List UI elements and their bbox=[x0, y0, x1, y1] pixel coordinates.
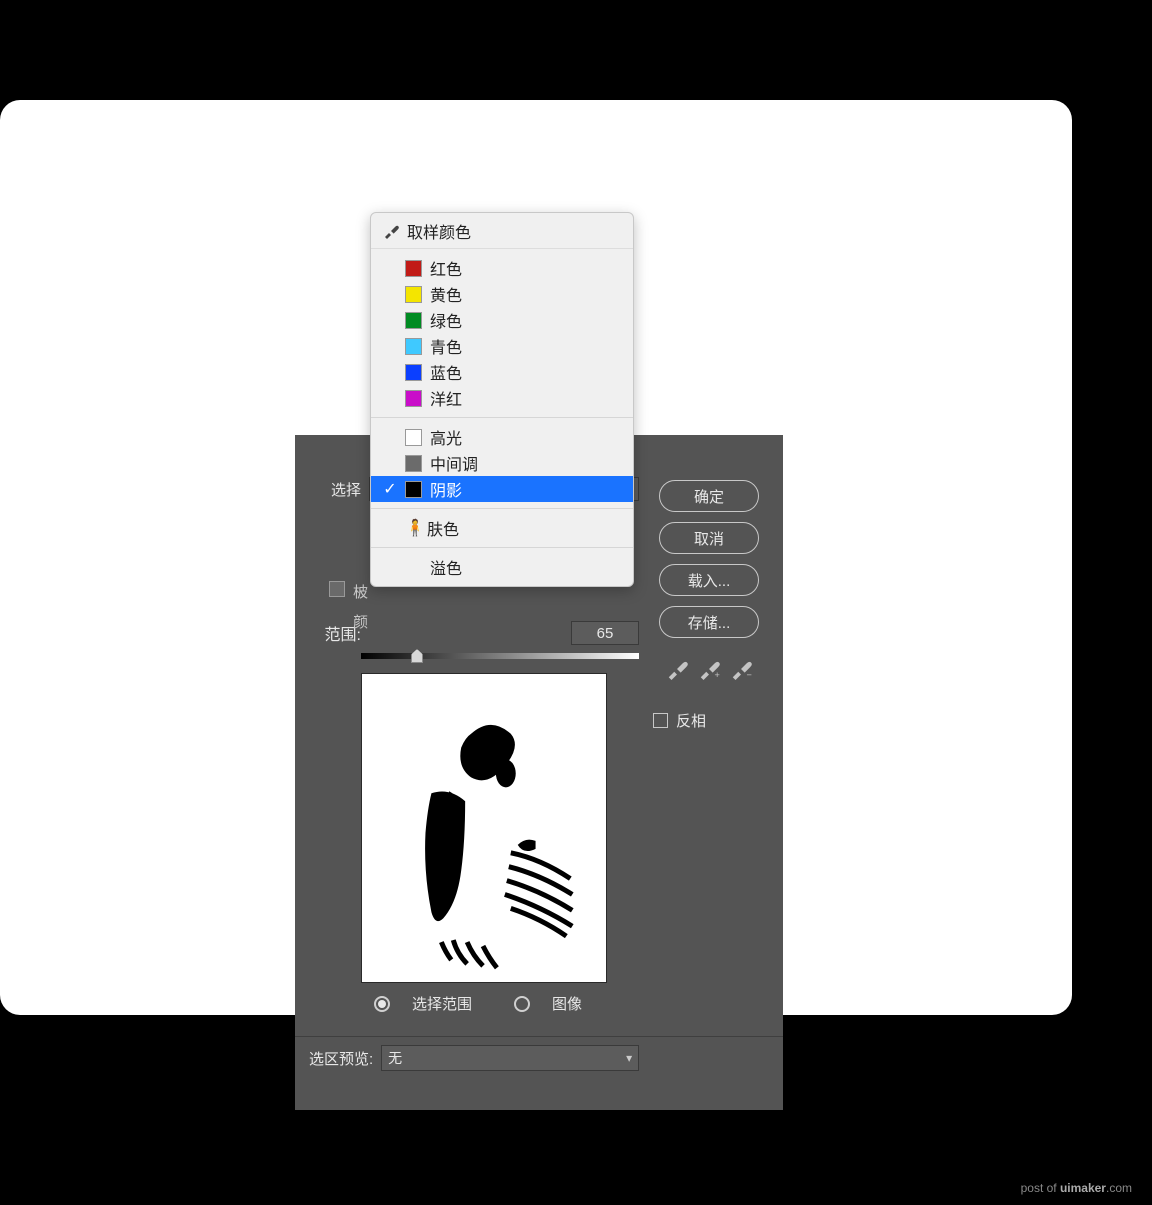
dropdown-item-tone[interactable]: 中间调 bbox=[371, 450, 633, 476]
dropdown-item-color[interactable]: 绿色 bbox=[371, 307, 633, 333]
preview-label: 选区预览: bbox=[309, 1048, 373, 1069]
watermark: post of uimaker.com bbox=[1021, 1181, 1132, 1195]
item-label: 青色 bbox=[430, 334, 462, 358]
item-label: 洋红 bbox=[430, 386, 462, 410]
item-label: 黄色 bbox=[430, 282, 462, 306]
range-input[interactable] bbox=[571, 621, 639, 645]
radio-image-label: 图像 bbox=[552, 993, 582, 1014]
svg-text:+: + bbox=[715, 670, 720, 680]
color-label: 颜 bbox=[353, 611, 368, 632]
localized-label: 柀 bbox=[353, 581, 368, 602]
item-label: 中间调 bbox=[430, 451, 478, 475]
slider-thumb[interactable] bbox=[411, 649, 423, 663]
item-label: 蓝色 bbox=[430, 360, 462, 384]
radio-image[interactable] bbox=[514, 996, 530, 1012]
tone-swatch bbox=[405, 429, 422, 446]
item-label: 红色 bbox=[430, 256, 462, 280]
check-icon: ✓ bbox=[383, 479, 397, 499]
item-label: 肤色 bbox=[427, 516, 459, 540]
dropdown-item-tone[interactable]: ✓ 阴影 bbox=[371, 476, 633, 502]
dropdown-header-label: 取样颜色 bbox=[407, 219, 471, 243]
preview-select[interactable]: 无 ▾ bbox=[381, 1045, 639, 1071]
ok-button[interactable]: 确定 bbox=[659, 480, 759, 512]
color-swatch bbox=[405, 338, 422, 355]
invert-checkbox[interactable] bbox=[653, 713, 668, 728]
range-slider[interactable] bbox=[361, 653, 639, 659]
person-icon: 🧍 bbox=[405, 518, 419, 538]
load-button[interactable]: 载入... bbox=[659, 564, 759, 596]
item-label: 高光 bbox=[430, 425, 462, 449]
dropdown-item-skin[interactable]: 🧍 肤色 bbox=[371, 515, 633, 541]
color-swatch bbox=[405, 312, 422, 329]
select-label: 选择 bbox=[309, 479, 361, 500]
chevron-down-icon: ▾ bbox=[626, 1051, 632, 1065]
save-button[interactable]: 存储... bbox=[659, 606, 759, 638]
color-swatch bbox=[405, 286, 422, 303]
selection-preview bbox=[361, 673, 607, 983]
color-swatch bbox=[405, 260, 422, 277]
eyedropper-icon[interactable] bbox=[666, 658, 688, 680]
select-color-dropdown: 取样颜色 红色黄色绿色青色蓝色洋红 高光中间调 ✓ 阴影 🧍 肤色 溢色 bbox=[370, 212, 634, 587]
dropdown-item-color[interactable]: 红色 bbox=[371, 255, 633, 281]
cancel-button[interactable]: 取消 bbox=[659, 522, 759, 554]
item-label: 绿色 bbox=[430, 308, 462, 332]
eyedropper-icon bbox=[383, 223, 399, 239]
right-pane: 确定 取消 载入... 存储... + − 反相 bbox=[649, 445, 769, 1026]
eyedropper-group: + − bbox=[666, 658, 752, 680]
svg-text:−: − bbox=[747, 670, 752, 680]
tone-swatch bbox=[405, 455, 422, 472]
color-swatch bbox=[405, 364, 422, 381]
dropdown-item-tone[interactable]: 高光 bbox=[371, 424, 633, 450]
dropdown-item-color[interactable]: 蓝色 bbox=[371, 359, 633, 385]
tone-swatch bbox=[405, 481, 422, 498]
dropdown-item-color[interactable]: 洋红 bbox=[371, 385, 633, 411]
color-swatch bbox=[405, 390, 422, 407]
localized-checkbox[interactable] bbox=[329, 581, 345, 597]
radio-selection-label: 选择范围 bbox=[412, 993, 472, 1014]
dropdown-item-color[interactable]: 青色 bbox=[371, 333, 633, 359]
invert-label: 反相 bbox=[676, 710, 706, 731]
eyedropper-subtract-icon[interactable]: − bbox=[730, 658, 752, 680]
dropdown-item-color[interactable]: 黄色 bbox=[371, 281, 633, 307]
page-container: 选择 柀 颜 范围: bbox=[0, 100, 1072, 1015]
dropdown-header[interactable]: 取样颜色 bbox=[371, 213, 633, 249]
dropdown-item-spill[interactable]: 溢色 bbox=[371, 554, 633, 580]
radio-selection[interactable] bbox=[374, 996, 390, 1012]
item-label: 阴影 bbox=[430, 477, 462, 501]
eyedropper-add-icon[interactable]: + bbox=[698, 658, 720, 680]
item-label: 溢色 bbox=[430, 555, 462, 579]
preview-value: 无 bbox=[388, 1048, 402, 1068]
